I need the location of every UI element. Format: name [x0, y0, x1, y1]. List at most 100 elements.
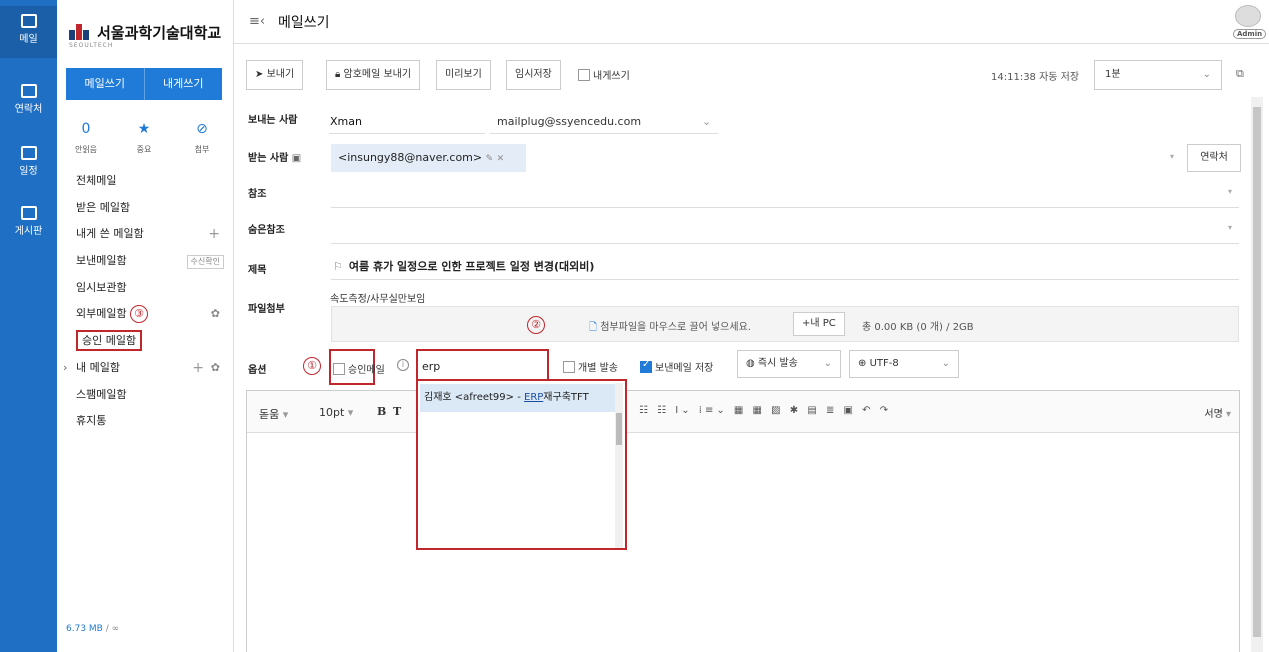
approve-mail-checkbox[interactable]: 승인메일: [329, 349, 385, 385]
approver-search-input[interactable]: erp: [422, 360, 440, 373]
scrollbar-thumb[interactable]: [1253, 107, 1261, 637]
bold-icon[interactable]: B: [377, 405, 386, 418]
attachment-dropzone[interactable]: ② 🗋 첨부파일을 마우스로 끌어 넣으세요. +내 PC 총 0.00 KB …: [331, 306, 1239, 342]
info-icon[interactable]: i: [397, 359, 409, 371]
stat-unread[interactable]: 0 안읽음: [66, 120, 106, 155]
contacts-button[interactable]: 연락처: [1187, 144, 1241, 172]
preview-button[interactable]: 미리보기: [436, 60, 491, 90]
mail-body-editor[interactable]: 돋움 ▾ 10pt ▾ B T ☷ ☷ Ⅰ⌄ ⁞≡⌄ ▦ ▦ ▨ ✱ ▤ ≣ ▣…: [246, 390, 1240, 652]
folder-label: 스팸메일함: [76, 387, 127, 401]
subject-label: 제목: [248, 265, 267, 276]
folder-all[interactable]: 전체메일: [57, 168, 234, 195]
chevron-down-icon: ⌄: [941, 358, 950, 369]
folder-label: 내게 쓴 메일함: [76, 227, 144, 241]
avatar[interactable]: Admin: [1233, 5, 1267, 39]
attach-label: 파일첨부: [248, 304, 285, 315]
stat-important[interactable]: ★ 중요: [124, 120, 164, 155]
rail-label: 일정: [19, 166, 38, 177]
folder-label: 외부메일함: [76, 307, 127, 321]
stat-label: 첨부: [194, 145, 210, 154]
signature-select[interactable]: 서명 ▾: [1204, 405, 1231, 420]
edit-icon[interactable]: ✎: [486, 154, 494, 164]
font-size-value: 10pt: [319, 406, 345, 419]
logo-mark-icon: [69, 23, 91, 42]
rail-item-contacts[interactable]: 연락처: [0, 84, 57, 115]
chevron-right-icon[interactable]: ›: [63, 355, 67, 382]
chevron-down-icon: ⌄: [823, 358, 832, 369]
folder-drafts[interactable]: 임시보관함: [57, 275, 234, 302]
folder-label: 전체메일: [76, 174, 117, 187]
send-timing-select[interactable]: ◍ 즉시 발송 ⌄: [737, 350, 841, 378]
user-icon: [1235, 5, 1261, 27]
to-field[interactable]: <insungy88@naver.com> ✎ ✕: [331, 144, 1181, 172]
option-prefix: 김재호 <afreet99> -: [424, 392, 524, 403]
university-logo[interactable]: 서울과학기술대학교: [69, 22, 221, 43]
folder-list: 전체메일 받은 메일함 내게 쓴 메일함 + 보낸메일함 수신확인 임시보관함 외부…: [57, 168, 234, 435]
save-sent-checkbox[interactable]: 보낸메일 저장: [640, 359, 713, 374]
gear-icon[interactable]: ✿: [211, 301, 220, 328]
plus-icon[interactable]: +: [208, 221, 220, 248]
mail-stats: 0 안읽음 ★ 중요 ⊘ 첨부: [66, 120, 222, 155]
send-button[interactable]: ➤ 보내기: [246, 60, 304, 90]
folder-inbox[interactable]: 받은 메일함: [57, 195, 234, 222]
stat-label: 안읽음: [74, 145, 98, 154]
self-send-checkbox[interactable]: 내게쓰기: [578, 67, 630, 82]
popout-window-icon[interactable]: ⧉: [1236, 67, 1244, 81]
autocomplete-option[interactable]: 김재호 <afreet99> - ERP재구축TFT: [420, 384, 616, 412]
attachment-size-info: 총 0.00 KB (0 개) / 2GB: [862, 322, 974, 333]
stat-label: 중요: [136, 145, 152, 154]
gear-icon[interactable]: ✿: [211, 355, 220, 382]
subject-field[interactable]: ⚐ 여름 휴가 일정으로 인한 프로젝트 일정 변경(대외비): [333, 258, 594, 274]
folder-trash[interactable]: 휴지통: [57, 408, 234, 435]
rail-label: 연락처: [14, 104, 43, 115]
sender-email-value: mailplug@ssyencedu.com: [497, 115, 642, 128]
font-size-select[interactable]: 10pt ▾: [319, 406, 353, 419]
file-icon: 🗋: [589, 322, 598, 333]
rail-item-calendar[interactable]: 일정: [0, 146, 57, 177]
compose-button[interactable]: 메일쓰기: [66, 68, 145, 100]
dropdown-scrollbar[interactable]: [615, 383, 623, 548]
read-receipt-badge[interactable]: 수신확인: [186, 255, 224, 270]
chevron-down-icon[interactable]: ▾: [1170, 152, 1174, 161]
editor-format-icons[interactable]: ☷ ☷ Ⅰ⌄ ⁞≡⌄ ▦ ▦ ▨ ✱ ▤ ≣ ▣ ↶ ↷: [639, 405, 891, 416]
folder-sent[interactable]: 보낸메일함 수신확인: [57, 248, 234, 275]
individual-send-checkbox[interactable]: 개별 발송: [563, 359, 618, 374]
encoding-select[interactable]: ⊕ UTF-8 ⌄: [849, 350, 959, 378]
secure-send-label: 암호메일 보내기: [343, 69, 412, 80]
folder-spam[interactable]: 스팸메일함: [57, 382, 234, 409]
secure-send-button[interactable]: 🔒︎ 암호메일 보내기: [326, 60, 421, 90]
sender-email-select[interactable]: mailplug@ssyencedu.com ⌄: [497, 115, 711, 128]
folder-my[interactable]: › 내 메일함 + ✿: [57, 355, 234, 382]
page-scrollbar[interactable]: [1251, 97, 1263, 652]
chevron-down-icon[interactable]: ▾: [1228, 187, 1232, 196]
option-match: ERP: [524, 392, 544, 403]
cc-field[interactable]: [331, 207, 1239, 208]
folder-to-me[interactable]: 내게 쓴 메일함 +: [57, 221, 234, 248]
plus-icon[interactable]: +: [192, 355, 204, 382]
add-from-pc-button[interactable]: +내 PC: [793, 312, 845, 336]
scrollbar-thumb[interactable]: [616, 413, 622, 445]
sender-name-field[interactable]: Xman: [330, 115, 362, 128]
attach-note: 속도측정/사무실만보임: [330, 294, 426, 305]
rail-item-board[interactable]: 게시판: [0, 206, 57, 237]
folder-approval[interactable]: 승인 메일함: [57, 328, 234, 355]
chevron-down-icon[interactable]: ▾: [1228, 223, 1232, 232]
self-compose-button[interactable]: 내게쓰기: [144, 68, 222, 100]
flag-icon[interactable]: ⚐: [333, 260, 343, 273]
draft-button[interactable]: 임시저장: [506, 60, 561, 90]
folder-label: 보낸메일함: [76, 254, 127, 268]
chevron-down-icon: ▾: [1225, 409, 1231, 420]
autosave-interval-select[interactable]: 1분 ⌄: [1094, 60, 1222, 90]
subject-value: 여름 휴가 일정으로 인한 프로젝트 일정 변경(대외비): [348, 260, 595, 273]
collapse-menu-icon[interactable]: ≡‹: [249, 14, 265, 29]
text-style-icon[interactable]: T: [393, 405, 401, 418]
rail-item-mail[interactable]: 메일: [0, 6, 57, 58]
close-icon[interactable]: ✕: [497, 154, 505, 164]
page-title: 메일쓰기: [278, 15, 330, 31]
folder-external[interactable]: 외부메일함 ③ ✿: [57, 301, 234, 328]
font-select[interactable]: 돋움 ▾: [259, 406, 288, 422]
bcc-field[interactable]: [331, 243, 1239, 244]
stat-attachment[interactable]: ⊘ 첨부: [182, 120, 222, 155]
recipient-chip[interactable]: <insungy88@naver.com> ✎ ✕: [331, 144, 526, 172]
globe-icon: ⊕: [858, 358, 870, 369]
